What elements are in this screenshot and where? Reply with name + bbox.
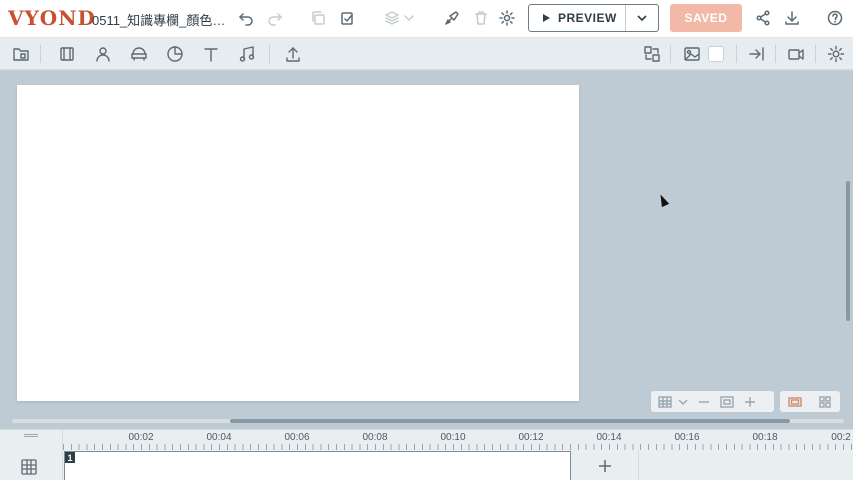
single-view-icon[interactable] xyxy=(780,391,810,412)
preview-dropdown[interactable] xyxy=(626,5,658,31)
preview-play[interactable]: PREVIEW xyxy=(529,5,626,31)
toolbar-divider xyxy=(269,45,270,63)
props-icon[interactable] xyxy=(129,44,149,64)
zoom-in-icon[interactable] xyxy=(737,391,763,412)
tick-label: 00:02 xyxy=(128,432,154,443)
horizontal-scrollbar[interactable] xyxy=(230,419,790,423)
tick-label: 00:18 xyxy=(752,432,778,443)
document-title[interactable]: 0511_知識專欄_顏色… xyxy=(92,10,232,29)
saved-button[interactable]: SAVED xyxy=(670,4,742,32)
grid-icon[interactable] xyxy=(655,391,675,412)
ruler-ticks xyxy=(63,444,853,450)
preview-button[interactable]: PREVIEW xyxy=(528,4,659,32)
tick-label: 00:08 xyxy=(362,432,388,443)
toolbar-divider xyxy=(736,45,737,63)
paste-icon[interactable] xyxy=(338,9,356,27)
trash-icon[interactable] xyxy=(472,9,490,27)
background-color-swatch[interactable] xyxy=(708,46,724,62)
vyond-logo[interactable]: VYOND xyxy=(8,6,96,30)
plus-icon xyxy=(598,460,611,472)
tick-label: 00:06 xyxy=(284,432,310,443)
view-mode-controls xyxy=(780,391,840,412)
layers-chevron-down-icon[interactable] xyxy=(400,9,418,27)
paint-brush-icon[interactable] xyxy=(443,9,461,27)
upload-icon[interactable] xyxy=(283,44,303,64)
resize-handle[interactable] xyxy=(24,434,38,437)
tick-label: 00:14 xyxy=(596,432,622,443)
scene-library-icon[interactable] xyxy=(11,44,31,64)
zoom-out-icon[interactable] xyxy=(691,391,717,412)
tick-label: 00:04 xyxy=(206,432,232,443)
fit-to-screen-icon[interactable] xyxy=(717,391,737,412)
tick-label: 00:16 xyxy=(674,432,700,443)
chevron-down-icon xyxy=(637,15,647,22)
zoom-controls xyxy=(651,391,774,412)
text-icon[interactable] xyxy=(201,44,221,64)
copy-icon[interactable] xyxy=(309,9,327,27)
character-icon[interactable] xyxy=(93,44,113,64)
timeline-ruler[interactable]: 00:02 00:04 00:06 00:08 00:10 00:12 00:1… xyxy=(63,430,853,450)
toolbar-divider xyxy=(670,45,671,63)
tick-label: 00:2 xyxy=(831,432,851,443)
scene-thumbnail[interactable]: 1 xyxy=(64,451,571,480)
camera-icon[interactable] xyxy=(786,44,806,64)
redo-icon[interactable] xyxy=(266,9,284,27)
toolbar-divider xyxy=(815,45,816,63)
timeline-sidebar xyxy=(0,430,63,480)
help-icon[interactable] xyxy=(826,9,844,27)
add-scene-button[interactable] xyxy=(571,451,639,480)
music-icon[interactable] xyxy=(237,44,257,64)
top-bar: VYOND 0511_知識專欄_顏色… PREVIEW SAVED xyxy=(0,0,853,38)
undo-icon[interactable] xyxy=(237,9,255,27)
scene-number-badge: 1 xyxy=(65,452,75,463)
stage-workspace xyxy=(0,71,853,429)
swap-layout-icon[interactable] xyxy=(642,44,662,64)
timeline-panel: 00:02 00:04 00:06 00:08 00:10 00:12 00:1… xyxy=(0,429,853,480)
grid-view-icon[interactable] xyxy=(810,391,840,412)
play-icon xyxy=(543,14,550,22)
image-icon[interactable] xyxy=(682,44,702,64)
download-icon[interactable] xyxy=(783,9,801,27)
scene-canvas[interactable] xyxy=(17,85,579,401)
settings-gear-icon[interactable] xyxy=(498,9,516,27)
grid-chevron-down-icon[interactable] xyxy=(675,391,691,412)
scene-settings-gear-icon[interactable] xyxy=(826,44,846,64)
chart-icon[interactable] xyxy=(165,44,185,64)
enter-transition-icon[interactable] xyxy=(747,44,767,64)
mouse-cursor-icon xyxy=(656,192,670,208)
toolbar-divider xyxy=(775,45,776,63)
toolbar-divider xyxy=(40,45,41,63)
share-icon[interactable] xyxy=(754,9,772,27)
layers-icon[interactable] xyxy=(383,9,401,27)
tick-label: 00:12 xyxy=(518,432,544,443)
preview-label: PREVIEW xyxy=(558,11,617,25)
asset-toolbar xyxy=(0,38,853,70)
tick-label: 00:10 xyxy=(440,432,466,443)
vertical-scrollbar[interactable] xyxy=(846,181,850,321)
background-icon[interactable] xyxy=(57,44,77,64)
scenes-grid-icon[interactable] xyxy=(20,458,40,476)
